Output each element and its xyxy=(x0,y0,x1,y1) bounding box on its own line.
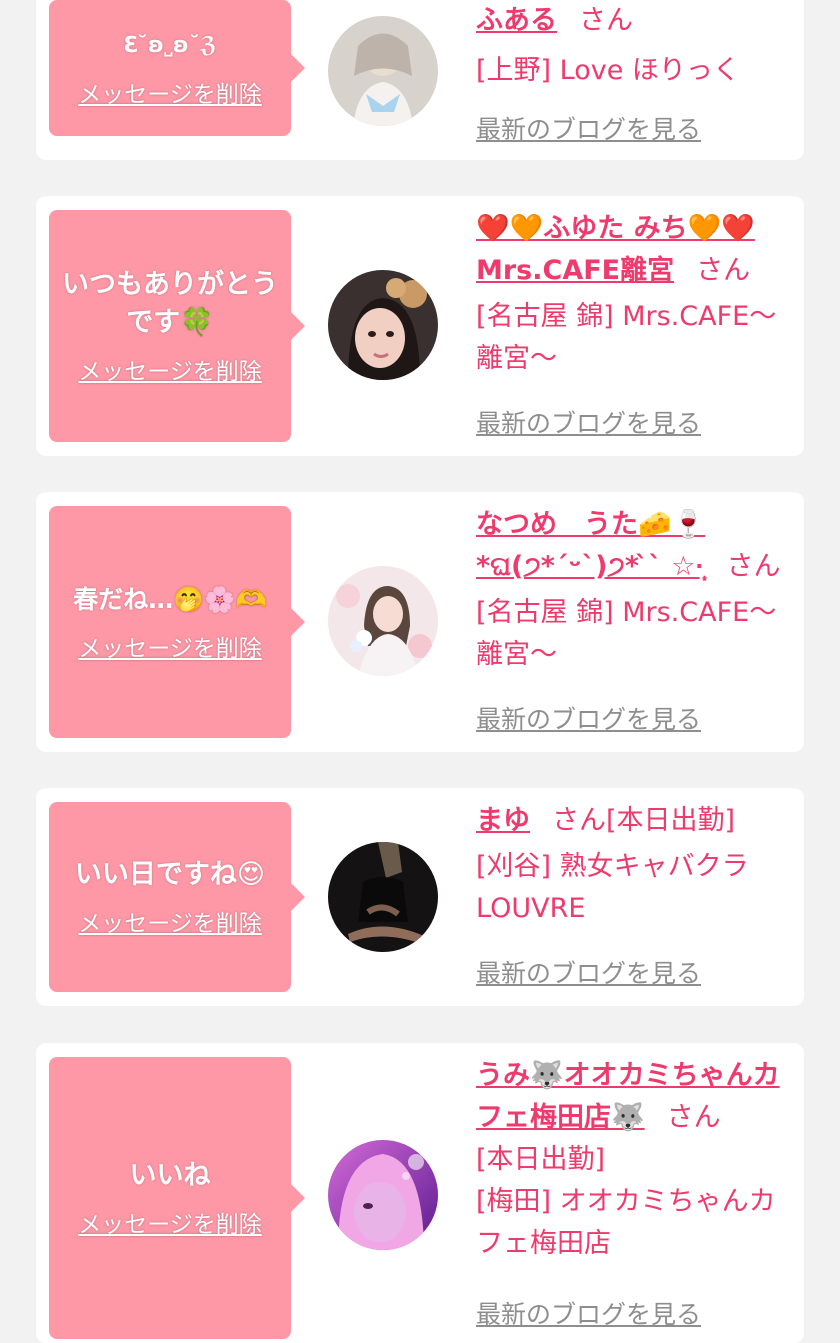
latest-blog-link[interactable]: 最新のブログを見る xyxy=(476,110,701,146)
honorific: さん xyxy=(696,255,751,286)
user-name-link[interactable]: ふある xyxy=(476,5,557,36)
shop-name: [名古屋 錦] Mrs.CAFE〜離宮〜 xyxy=(476,597,777,670)
user-info: なつめ うた🧀🍷 *ଘ(੭*ˊᵕˋ)੭* ̀ˋ ☆·̩͙ さん [名古屋 錦] M… xyxy=(476,504,796,676)
message-text: ℇ˘ʚ˽ʚ˘ℨ xyxy=(123,33,217,58)
user-name-link[interactable]: まゆ xyxy=(476,805,530,836)
delete-message-link[interactable]: メッセージを削除 xyxy=(78,75,262,109)
avatar[interactable] xyxy=(328,16,438,126)
user-name-link[interactable]: なつめ うた🧀🍷 *ଘ(੭*ˊᵕˋ)੭* ̀ˋ ☆·̩͙ xyxy=(476,509,705,582)
message-text: 春だね…🤭🌸🫶 xyxy=(73,585,267,614)
latest-blog-link[interactable]: 最新のブログを見る xyxy=(476,404,701,440)
message-card: いつもありがとうです🍀 メッセージを削除 ❤️🧡ふゆた みち🧡❤️ Mrs.CA… xyxy=(36,196,804,456)
user-name-link[interactable]: うみ🐺オオカミちゃんカフェ梅田店🐺 xyxy=(476,1060,780,1133)
shop-name: [刈谷] 熟女キャバクラLOUVRE xyxy=(476,851,749,924)
message-bubble: いい日ですね😍 メッセージを削除 xyxy=(49,802,305,992)
honorific: さん xyxy=(726,551,781,582)
shop-name: [名古屋 錦] Mrs.CAFE〜離宮〜 xyxy=(476,301,777,374)
user-info: ふある さん [上野] Love ほりっく xyxy=(476,0,796,92)
message-bubble: いつもありがとうです🍀 メッセージを削除 xyxy=(49,210,305,442)
shop-name: [上野] Love ほりっく xyxy=(476,55,740,86)
message-bubble: ℇ˘ʚ˽ʚ˘ℨ メッセージを削除 xyxy=(49,0,305,136)
user-info: ❤️🧡ふゆた みち🧡❤️ Mrs.CAFE離宮 さん [名古屋 錦] Mrs.CA… xyxy=(476,208,796,380)
message-text: いい日ですね😍 xyxy=(74,859,266,890)
shift-status: [本日出勤] xyxy=(476,1144,606,1175)
latest-blog-link[interactable]: 最新のブログを見る xyxy=(476,954,701,990)
delete-message-link[interactable]: メッセージを削除 xyxy=(78,904,262,938)
message-card: いいね メッセージを削除 うみ🐺オオカミちゃんカフェ梅田店🐺 さん [本日出勤] … xyxy=(36,1043,804,1343)
message-text: いつもありがとうです🍀 xyxy=(62,269,278,338)
latest-blog-link[interactable]: 最新のブログを見る xyxy=(476,1295,701,1331)
user-info: うみ🐺オオカミちゃんカフェ梅田店🐺 さん [本日出勤] [梅田] オオカミちゃんカ… xyxy=(476,1055,796,1265)
avatar[interactable] xyxy=(328,566,438,676)
message-text: いいね xyxy=(129,1160,211,1191)
shop-name: [梅田] オオカミちゃんカフェ梅田店 xyxy=(476,1186,776,1259)
avatar[interactable] xyxy=(328,270,438,380)
latest-blog-link[interactable]: 最新のブログを見る xyxy=(476,700,701,736)
message-bubble: 春だね…🤭🌸🫶 メッセージを削除 xyxy=(49,506,305,738)
message-card: いい日ですね😍 メッセージを削除 まゆ さん[本日出勤] [刈谷] 熟女キャバクラ… xyxy=(36,788,804,1006)
delete-message-link[interactable]: メッセージを削除 xyxy=(78,1205,262,1239)
avatar[interactable] xyxy=(328,1140,438,1250)
user-info: まゆ さん[本日出勤] [刈谷] 熟女キャバクラLOUVRE xyxy=(476,800,796,930)
honorific: さん xyxy=(666,1102,721,1133)
avatar[interactable] xyxy=(328,842,438,952)
message-card: 春だね…🤭🌸🫶 メッセージを削除 なつめ うた🧀🍷 *ଘ(੭*ˊᵕˋ)੭* ̀ˋ… xyxy=(36,492,804,752)
delete-message-link[interactable]: メッセージを削除 xyxy=(78,629,262,663)
delete-message-link[interactable]: メッセージを削除 xyxy=(78,352,262,386)
honorific: さん xyxy=(552,805,606,836)
message-card: ℇ˘ʚ˽ʚ˘ℨ メッセージを削除 ふある さん [上野] Love ほりっく 最新… xyxy=(36,0,804,160)
message-bubble: いいね メッセージを削除 xyxy=(49,1057,305,1339)
shift-status: [本日出勤] xyxy=(606,805,736,836)
honorific: さん xyxy=(579,5,633,36)
